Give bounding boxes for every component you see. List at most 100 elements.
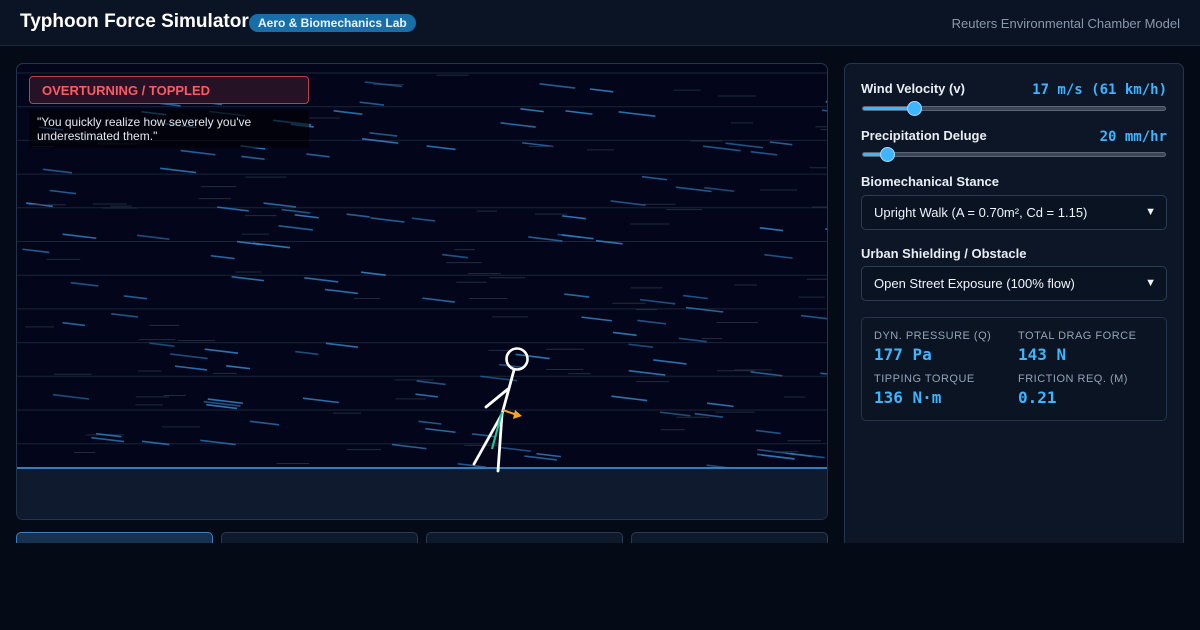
wind-velocity-thumb[interactable] [907,101,923,116]
rain-streak [750,150,778,156]
rain-streak [210,254,235,260]
rain-streak [764,253,793,259]
rain-streak [391,443,427,450]
rain-streak [610,200,646,206]
rain-streak [825,228,827,230]
rain-streak [759,226,784,232]
torque-label: TIPPING TORQUE [874,373,975,385]
model-label: Reuters Environmental Chamber Model [951,16,1180,31]
chevron-down-icon: ▼ [1145,206,1156,218]
rain-streak [204,348,239,354]
rain-streak [685,306,724,313]
precipitation-slider[interactable] [862,147,1166,162]
rain-streak [500,122,536,128]
rain-streak [725,142,764,149]
rain-streak [91,436,125,443]
rain-streak [49,189,77,195]
rain-streak [702,145,741,152]
rain-streak [42,168,73,174]
wind-velocity-slider[interactable] [862,101,1166,116]
app-header: Typhoon Force Simulator Aero & Biomechan… [0,0,1200,46]
rain-streak [457,462,486,468]
rain-streak [755,429,781,435]
status-banner: OVERTURNING / TOPPLED [29,76,309,104]
rain-streak [426,145,456,151]
rain-streak [750,371,783,377]
rain-streak [231,275,265,282]
rain-streak [706,402,734,408]
shielding-selected-value: Open Street Exposure (100% flow) [874,276,1075,291]
pressure-value: 177 Pa [874,345,932,364]
rain-streak [524,455,558,461]
scenario-tab-4[interactable] [631,532,828,543]
friction-label: FRICTION REQ. (M) [1018,373,1128,385]
shielding-select[interactable]: Open Street Exposure (100% flow) ▼ [861,266,1167,301]
rain-streak [425,427,456,434]
rain-streak [565,110,593,115]
rain-streak [641,175,668,181]
rain-streak [520,108,544,113]
rain-streak [325,342,359,348]
rain-streak [422,297,455,303]
simulation-viewport: OVERTURNING / TOPPLED "You quickly reali… [16,63,828,520]
rain-streak [241,155,265,161]
rain-streak [369,131,398,137]
rain-streak [359,101,385,106]
rain-streak [653,359,687,365]
rain-streak [370,217,405,223]
rain-streak [333,109,363,116]
stance-selected-value: Upright Walk (A = 0.70m², Cd = 1.15) [874,205,1088,220]
ground-area [17,468,827,519]
rain-streak [521,141,554,148]
rain-streak [278,225,314,231]
wind-velocity-value: 17 m/s (61 km/h) [1032,82,1167,98]
rain-streak [411,217,436,222]
rain-streak [612,331,637,337]
rain-streak [539,83,576,89]
rain-streak [415,393,438,398]
rain-streak [123,295,148,300]
rain-streak [136,234,170,240]
stance-label: Biomechanical Stance [861,174,999,189]
rain-streak [618,111,656,118]
rain-streak [581,316,612,322]
rain-streak [62,233,97,240]
rain-streak [22,248,50,254]
rain-streak [306,153,330,158]
rain-streak [416,380,446,386]
rain-streak [302,397,339,404]
rain-streak [324,288,359,295]
rain-streak [515,353,550,360]
rain-streak [160,167,197,174]
precipitation-thumb[interactable] [880,147,896,162]
rain-streak [800,314,827,320]
rain-streak [536,452,562,458]
rain-streak [442,253,468,259]
control-panel: Wind Velocity (v) 17 m/s (61 km/h) Preci… [844,63,1184,543]
quote-text: "You quickly realize how severely you've… [29,110,309,148]
rain-streak [769,141,793,146]
rain-streak [180,149,216,156]
rain-streak [637,319,667,325]
rain-streak [825,100,827,103]
rain-streak [174,365,208,371]
rain-streak [249,420,280,426]
precipitation-label: Precipitation Deluge [861,128,987,143]
pressure-label: DYN. PRESSURE (Q) [874,330,992,342]
drag-force-label: TOTAL DRAG FORCE [1018,330,1137,342]
rain-streak [149,342,175,347]
rain-streak [418,420,442,425]
rain-streak [263,202,297,208]
scenario-tab-2[interactable] [221,532,418,543]
shielding-label: Urban Shielding / Obstacle [861,246,1027,261]
scenario-tab-3[interactable] [426,532,623,543]
app-title: Typhoon Force Simulator [20,11,249,32]
rain-streak [564,293,590,298]
rain-streak [294,214,319,219]
rain-streak [528,236,563,242]
rain-streak [70,281,99,287]
drag-force-value: 143 N [1018,345,1067,364]
stance-select[interactable]: Upright Walk (A = 0.70m², Cd = 1.15) ▼ [861,195,1167,230]
scenario-tab-1[interactable] [16,532,213,543]
rain-streak [557,233,581,238]
